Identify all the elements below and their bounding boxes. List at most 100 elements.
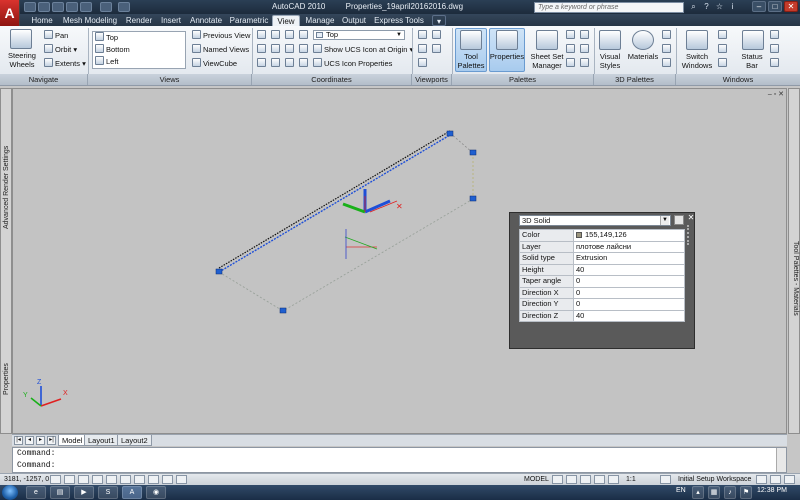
palette-tool-icon[interactable] [566,30,575,39]
tab-mesh-modeling[interactable]: Mesh Modeling [62,15,118,26]
view-bottom-item[interactable]: Bottom [95,44,130,55]
volume-icon[interactable]: ♪ [724,486,736,499]
viewport-join-icon[interactable] [432,30,441,39]
maximize-icon[interactable]: □ [768,1,782,12]
ucs-world-icon[interactable] [257,30,266,39]
property-value[interactable]: плотове лайсни [573,240,685,253]
next-layout-icon[interactable]: ▸ [36,436,45,445]
ucs-z-icon[interactable] [285,58,294,67]
tab-model[interactable]: Model [58,435,87,446]
annotation-visibility-icon[interactable] [660,475,671,484]
orbit-button[interactable]: Orbit ▾ [44,44,77,55]
table-row[interactable]: Direction Z 40 [519,309,685,322]
grid-icon[interactable] [64,475,75,484]
flag-icon[interactable]: ⚑ [740,486,752,499]
table-row[interactable]: Direction X0 [519,286,685,299]
grip-handle[interactable] [469,195,477,202]
palette-tool-icon[interactable] [580,44,589,53]
model-space-toggle[interactable]: MODEL [524,474,549,485]
switch-windows-icon[interactable] [686,30,708,50]
viewport-restore-icon[interactable] [418,58,427,67]
show-ucs-button[interactable]: Show UCS Icon at Origin ▾ [313,44,413,55]
grip-handle[interactable] [215,268,223,275]
tab-output[interactable]: Output [340,15,368,26]
plot-icon[interactable] [100,2,112,12]
save-file-icon[interactable] [52,2,64,12]
property-value[interactable]: 40 [573,309,685,322]
grip-handle[interactable] [469,149,477,156]
cascade-windows-icon[interactable] [718,44,727,53]
table-row[interactable]: Taper angle 0 [519,275,685,288]
application-menu-icon[interactable]: A [0,0,20,26]
quick-view-drawings-icon[interactable] [566,475,577,484]
minimize-icon[interactable]: – [752,1,766,12]
command-window[interactable]: Command: Command: [12,447,787,473]
otrack-icon[interactable] [120,475,131,484]
redo-icon[interactable] [80,2,92,12]
undo-icon[interactable] [66,2,78,12]
new-file-icon[interactable] [24,2,36,12]
palette-tool-icon[interactable] [566,44,575,53]
help-icon[interactable]: ? [701,2,712,12]
coordinates-readout[interactable]: 3181, -1257, 0 [4,474,49,485]
tab-express-tools[interactable]: Express Tools [374,15,424,26]
ie-task-icon[interactable]: e [26,486,46,499]
autocad-task-icon[interactable]: A [122,486,142,499]
palette-tool-icon[interactable] [580,58,589,67]
tab-layout1[interactable]: Layout1 [84,435,119,446]
pan-status-icon[interactable] [580,475,591,484]
table-row[interactable]: Height 40 [519,263,685,276]
viewport-named-icon[interactable] [418,44,427,53]
sheet-set-icon[interactable] [536,30,558,50]
advanced-render-settings-tab[interactable]: Advanced Render Settings [3,146,10,229]
annotation-scale[interactable]: 1:1 [626,474,636,485]
extents-button[interactable]: Extents ▾ [44,58,86,69]
selected-edge[interactable] [218,134,451,273]
network-icon[interactable]: ▦ [708,486,720,499]
explorer-task-icon[interactable]: ▤ [50,486,70,499]
tab-parametric[interactable]: Parametric [228,15,270,26]
info-icon[interactable]: i [727,2,738,12]
table-row[interactable]: Direction Y0 [519,298,685,311]
lock-status-icon[interactable] [756,475,767,484]
dyn-icon[interactable] [148,475,159,484]
ucs-face-icon[interactable] [285,30,294,39]
ucs-view-icon[interactable] [257,44,266,53]
visual-styles-button[interactable]: Visual Styles [594,52,626,70]
ucs-combo[interactable]: Top ▼ [313,30,405,40]
grip-handle[interactable] [279,307,287,314]
status-bar-button[interactable]: Status Bar [734,52,770,70]
properties-side-tab[interactable]: Properties [3,363,10,395]
lock-icon[interactable] [770,30,779,39]
ducs-icon[interactable] [134,475,145,484]
zoom-status-icon[interactable] [594,475,605,484]
command-input[interactable]: Command: [17,461,55,471]
first-layout-icon[interactable]: |◂ [14,436,23,445]
tab-insert[interactable]: Insert [158,15,184,26]
lineweight-icon[interactable] [162,475,173,484]
close-icon[interactable]: ✕ [687,213,695,223]
render-tool-icon[interactable] [662,58,671,67]
tray-expand-icon[interactable]: ▴ [692,486,704,499]
ortho-icon[interactable] [78,475,89,484]
viewport-config-icon[interactable] [418,30,427,39]
polar-icon[interactable] [92,475,103,484]
skype-task-icon[interactable]: S [98,486,118,499]
osnap-icon[interactable] [106,475,117,484]
selected-edge[interactable] [218,130,451,269]
materials-button[interactable]: Materials [626,52,660,61]
render-tool-icon[interactable] [662,30,671,39]
ucs-apply-icon[interactable] [299,58,308,67]
snap-icon[interactable] [50,475,61,484]
last-layout-icon[interactable]: ▸| [47,436,56,445]
viewcube-button[interactable]: ViewCube [192,58,237,69]
steering-wheels-icon[interactable] [10,29,32,49]
grip-handle[interactable] [446,130,454,137]
switch-windows-button[interactable]: Switch Windows [678,52,716,70]
named-views-button[interactable]: Named Views [192,44,249,55]
ucs-3point-icon[interactable] [299,44,308,53]
search-input[interactable]: Type a keyword or phrase [534,2,684,13]
ucs-icon-properties-button[interactable]: UCS Icon Properties [313,58,392,69]
table-row[interactable]: Layer плотове лайсни [519,240,685,253]
steering-wheels-button[interactable]: Steering Wheels [4,51,40,69]
